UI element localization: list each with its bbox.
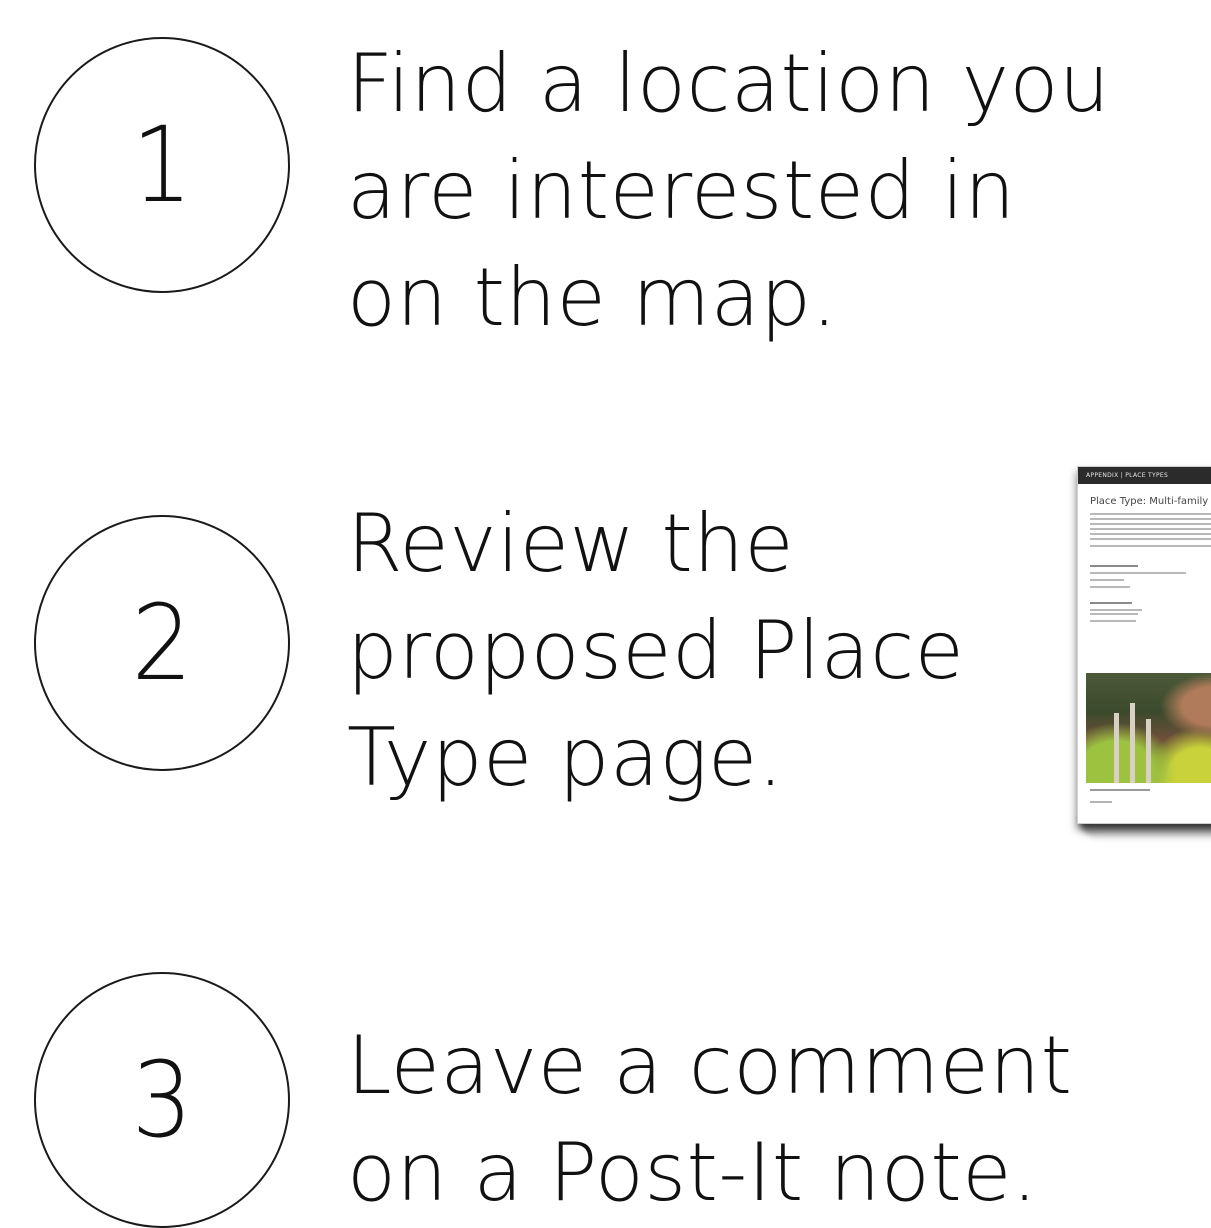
thumbnail-footer — [1090, 801, 1112, 803]
place-type-page-thumbnail: APPENDIX | PLACE TYPES Place Type: Multi… — [1077, 466, 1211, 824]
thumbnail-list-section-1 — [1078, 565, 1211, 588]
step-2-number: 2 — [131, 582, 193, 704]
step-3-circle: 3 — [34, 972, 290, 1228]
step-1-circle: 1 — [34, 37, 290, 293]
thumbnail-header: APPENDIX | PLACE TYPES — [1078, 467, 1211, 484]
step-3-line-2: on a Post-It note. — [347, 1126, 1038, 1219]
step-2-line-3: Type page. — [347, 711, 784, 804]
thumbnail-list-section-2 — [1078, 602, 1211, 622]
thumbnail-title: Place Type: Multi-family — [1090, 496, 1209, 507]
step-2-circle: 2 — [34, 515, 290, 771]
step-3-instruction: Leave a comment on a Post-It note. — [347, 1012, 1072, 1226]
step-2-line-2: proposed Place — [347, 604, 965, 697]
step-1-line-1: Find a location you — [347, 37, 1111, 130]
step-1-line-2: are interested in — [347, 144, 1016, 237]
step-2-line-1: Review the — [347, 497, 795, 590]
thumbnail-photo — [1086, 673, 1211, 783]
step-1-instruction: Find a location you are interested in on… — [347, 30, 1110, 351]
step-3-line-1: Leave a comment — [347, 1019, 1073, 1112]
step-2-instruction: Review the proposed Place Type page. — [347, 490, 964, 811]
step-1-number: 1 — [131, 104, 193, 226]
thumbnail-body-text — [1078, 513, 1211, 547]
step-1-line-3: on the map. — [347, 251, 838, 344]
step-3-number: 3 — [131, 1039, 193, 1161]
thumbnail-photo-caption — [1090, 789, 1150, 791]
